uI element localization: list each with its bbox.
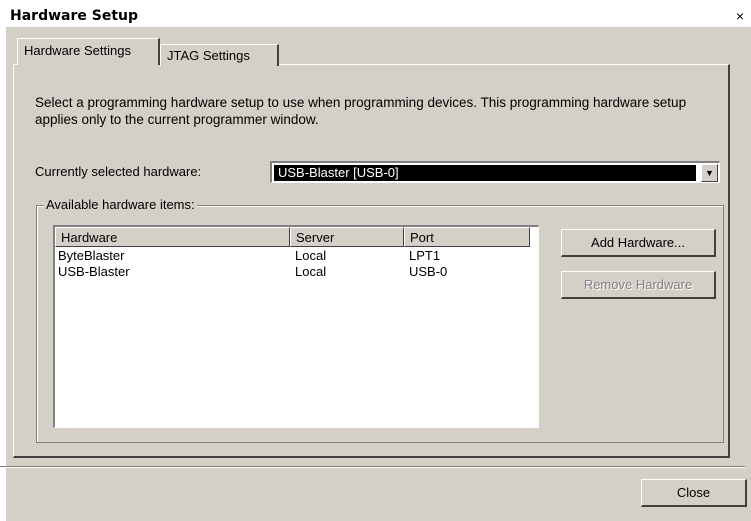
chevron-down-icon[interactable]: ▼ bbox=[701, 164, 718, 182]
current-hardware-value: USB-Blaster [USB-0] bbox=[274, 165, 696, 181]
tab-jtag-settings[interactable]: JTAG Settings bbox=[160, 44, 279, 66]
title-bar: Hardware Setup × bbox=[6, 6, 751, 27]
remove-hardware-button[interactable]: Remove Hardware bbox=[561, 271, 716, 299]
list-item[interactable]: USB-Blaster Local USB-0 bbox=[55, 264, 538, 280]
column-header-hardware[interactable]: Hardware bbox=[55, 227, 290, 247]
port-cell: LPT1 bbox=[409, 248, 441, 263]
window-title: Hardware Setup bbox=[10, 8, 139, 24]
column-header-port[interactable]: Port bbox=[404, 227, 530, 247]
close-icon[interactable]: × bbox=[733, 8, 747, 24]
current-hardware-label: Currently selected hardware: bbox=[35, 164, 202, 179]
hardware-cell: USB-Blaster bbox=[58, 264, 130, 279]
divider bbox=[0, 466, 745, 468]
close-button[interactable]: Close bbox=[641, 479, 747, 507]
hardware-cell: ByteBlaster bbox=[58, 248, 125, 263]
hardware-list[interactable]: Hardware Server Port ByteBlaster Local L… bbox=[53, 225, 539, 428]
description-text: Select a programming hardware setup to u… bbox=[35, 95, 687, 127]
list-item[interactable]: ByteBlaster Local LPT1 bbox=[55, 248, 538, 264]
server-cell: Local bbox=[295, 248, 327, 263]
column-header-server[interactable]: Server bbox=[290, 227, 404, 247]
available-hardware-label: Available hardware items: bbox=[44, 197, 197, 212]
add-hardware-button[interactable]: Add Hardware... bbox=[561, 229, 716, 257]
tab-hardware-settings[interactable]: Hardware Settings bbox=[17, 38, 160, 65]
current-hardware-select[interactable]: USB-Blaster [USB-0] ▼ bbox=[270, 161, 720, 183]
port-cell: USB-0 bbox=[409, 264, 448, 279]
server-cell: Local bbox=[295, 264, 327, 279]
list-header: Hardware Server Port bbox=[55, 227, 538, 247]
